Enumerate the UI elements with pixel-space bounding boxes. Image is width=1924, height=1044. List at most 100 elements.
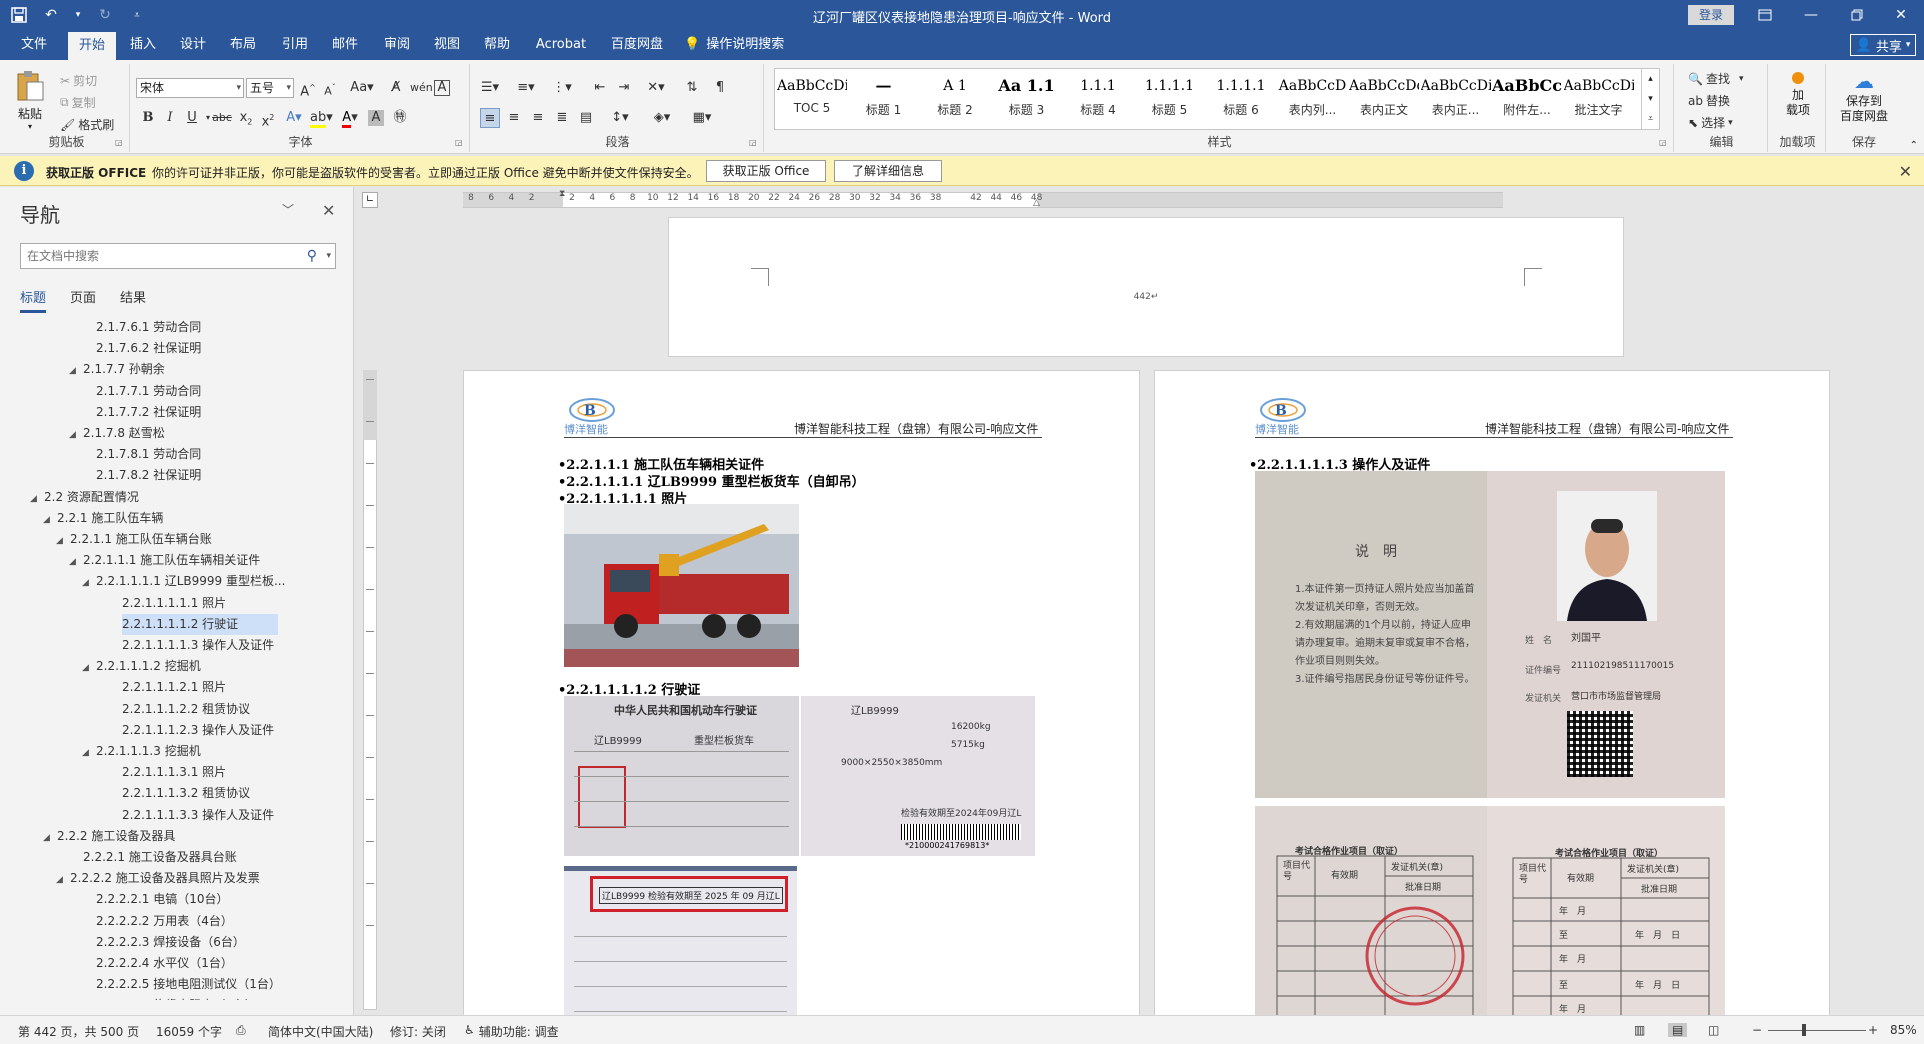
italic-icon[interactable]: I: [160, 108, 180, 128]
nav-tree-item[interactable]: 2.2.1.1.1.1.1 照片: [122, 593, 226, 614]
proofing-icon[interactable]: ⎙: [236, 1023, 246, 1038]
redo-icon[interactable]: ↻: [96, 6, 114, 24]
close-icon[interactable]: ✕: [1878, 0, 1924, 30]
nav-tree-item[interactable]: ◢ 2.2 资源配置情况: [30, 487, 139, 508]
paragraph-dialog-icon[interactable]: ◲: [749, 138, 759, 148]
style-item[interactable]: AaBbCc 附件左...: [1492, 71, 1562, 127]
nav-tree-item[interactable]: ◢ 2.2.1 施工队伍车辆: [43, 508, 163, 529]
nav-close-icon[interactable]: ✕: [322, 201, 335, 220]
nav-tree-item[interactable]: 2.2.2.2.5 接地电阻测试仪（1台）: [96, 974, 281, 995]
style-item[interactable]: Aa 1.1 标题 3: [992, 71, 1062, 127]
tab-acrobat[interactable]: Acrobat: [530, 30, 592, 60]
collapse-arrow-icon[interactable]: ◢: [30, 489, 44, 510]
nav-tree-item[interactable]: ◢ 2.2.1.1.1 施工队伍车辆相关证件: [69, 550, 260, 571]
nav-tree-item[interactable]: ◢ 2.2.2 施工设备及器具: [43, 826, 175, 847]
paste-button[interactable]: 粘贴 ▾: [14, 70, 46, 131]
multilevel-list-icon[interactable]: ⋮▾: [550, 78, 574, 98]
text-effects-icon[interactable]: A▾: [284, 108, 304, 128]
nav-tree-item[interactable]: 2.2.2.2.1 电镐（10台）: [96, 889, 229, 910]
print-layout-icon[interactable]: ▤: [1668, 1023, 1688, 1037]
login-button[interactable]: 登录: [1688, 5, 1734, 25]
style-item[interactable]: AaBbCcD 表内列...: [1278, 71, 1348, 127]
find-button[interactable]: 🔍 查找 ▾: [1688, 70, 1744, 87]
minimize-icon[interactable]: —: [1788, 0, 1834, 30]
nav-tree-item[interactable]: 2.1.7.6.2 社保证明: [96, 338, 201, 359]
styles-scroll[interactable]: ▴ ▾ ⩡: [1641, 69, 1659, 129]
styles-dialog-icon[interactable]: ◲: [1659, 138, 1669, 148]
collapse-arrow-icon[interactable]: ◢: [69, 552, 83, 573]
collapse-arrow-icon[interactable]: ◢: [82, 658, 96, 679]
nav-tree-item[interactable]: 2.2.1.1.1.3.2 租赁协议: [122, 783, 250, 804]
restore-icon[interactable]: [1834, 0, 1880, 30]
collapse-arrow-icon[interactable]: ◢: [69, 425, 83, 446]
style-item[interactable]: 1.1.1.1 标题 5: [1135, 71, 1205, 127]
nav-tree-item[interactable]: 2.2.1.1.1.2.1 照片: [122, 677, 226, 698]
cut-button[interactable]: ✂ 剪切: [60, 72, 97, 89]
status-page-count[interactable]: 第 442 页，共 500 页: [18, 1023, 139, 1040]
status-word-count[interactable]: 16059 个字: [156, 1023, 222, 1040]
phonetic-guide-icon[interactable]: wén: [410, 78, 433, 98]
nav-tree-item[interactable]: ◢ 2.2.1.1.1.1 辽LB9999 重型栏板...: [82, 571, 285, 592]
asian-layout-icon[interactable]: ✕▾: [642, 78, 670, 98]
search-dropdown-icon[interactable]: ▾: [326, 244, 331, 268]
nav-tree-item[interactable]: 2.1.7.6.1 劳动合同: [96, 317, 201, 338]
style-item[interactable]: A 1 标题 2: [920, 71, 990, 127]
nav-tree-item[interactable]: ◢ 2.2.2.2 施工设备及器具照片及发票: [56, 868, 260, 889]
tab-file[interactable]: 文件: [8, 30, 60, 60]
close-license-icon[interactable]: ✕: [1899, 162, 1912, 181]
zoom-slider-thumb[interactable]: [1802, 1024, 1806, 1036]
nav-tree-item[interactable]: 2.2.2.2.6 绝缘电阻表（1台）: [96, 995, 257, 1000]
search-icon[interactable]: ⚲: [307, 244, 317, 268]
nav-tree-item[interactable]: 2.1.7.8.2 社保证明: [96, 465, 201, 486]
font-color-icon[interactable]: A▾: [340, 108, 360, 128]
tab-mailings[interactable]: 邮件: [322, 30, 368, 60]
share-button[interactable]: 👤 共享 ▾: [1850, 34, 1916, 56]
nav-tree-item[interactable]: 2.1.7.7.1 劳动合同: [96, 381, 201, 402]
zoom-slider[interactable]: [1768, 1030, 1866, 1031]
shading-icon[interactable]: ◈▾: [648, 108, 676, 128]
zoom-out-icon[interactable]: −: [1752, 1023, 1762, 1037]
collapse-arrow-icon[interactable]: ◢: [82, 743, 96, 764]
bullets-icon[interactable]: ☰▾: [478, 78, 502, 98]
font-dialog-icon[interactable]: ◲: [455, 138, 465, 148]
align-center-icon[interactable]: ≡: [504, 108, 524, 128]
nav-tab-headings[interactable]: 标题: [20, 287, 47, 313]
char-border-icon[interactable]: A: [434, 80, 450, 96]
vertical-ruler[interactable]: [360, 187, 380, 1015]
horizontal-ruler[interactable]: 8 6 4 2 2 4 6 8 10 12 14 16 18 20 22 24 26 28 30 32 34 36 38 42…: [463, 189, 1503, 208]
get-office-button[interactable]: 获取正版 Office: [706, 160, 826, 182]
collapse-arrow-icon[interactable]: ◢: [56, 870, 70, 891]
nav-tree-item[interactable]: 2.1.7.7.2 社保证明: [96, 402, 201, 423]
nav-tree-item[interactable]: 2.2.1.1.1.1.3 操作人及证件: [122, 635, 274, 656]
read-mode-icon[interactable]: ▥: [1634, 1023, 1645, 1037]
change-case-icon[interactable]: Aa▾: [348, 78, 376, 98]
numbering-icon[interactable]: ≡▾: [514, 78, 538, 98]
collapse-arrow-icon[interactable]: ◢: [82, 573, 96, 594]
tab-references[interactable]: 引用: [272, 30, 318, 60]
subscript-icon[interactable]: x2: [236, 108, 256, 128]
shrink-font-icon[interactable]: Aˇ: [320, 78, 340, 98]
addins-button[interactable]: 加 载项: [1778, 72, 1818, 118]
strikethrough-icon[interactable]: abc: [212, 108, 232, 128]
grow-font-icon[interactable]: A^: [298, 78, 318, 99]
decrease-indent-icon[interactable]: ⇤: [590, 78, 610, 98]
borders-icon[interactable]: ▦▾: [688, 108, 716, 128]
nav-options-icon[interactable]: ﹀: [282, 201, 294, 218]
nav-scrollbar[interactable]: [347, 317, 352, 1000]
nav-tree-item[interactable]: ◢ 2.2.1.1.1.2 挖掘机: [82, 656, 201, 677]
save-baidu-button[interactable]: ☁ 保存到 百度网盘: [1832, 68, 1896, 124]
tab-design[interactable]: 设计: [170, 30, 216, 60]
ribbon-display-icon[interactable]: [1742, 0, 1788, 30]
collapse-arrow-icon[interactable]: ◢: [43, 510, 57, 531]
align-right-icon[interactable]: ≡: [528, 108, 548, 128]
style-item[interactable]: 1.1.1.1 标题 6: [1206, 71, 1276, 127]
align-left-icon[interactable]: ≡: [480, 108, 500, 128]
style-item[interactable]: 1.1.1 标题 4: [1063, 71, 1133, 127]
nav-search-input[interactable]: 在文档中搜索 ⚲ ▾: [20, 243, 336, 269]
nav-tree-item[interactable]: ◢ 2.1.7.8 赵雪松: [69, 423, 165, 444]
zoom-in-icon[interactable]: +: [1868, 1023, 1878, 1037]
nav-tree-item[interactable]: 2.2.1.1.1.2.3 操作人及证件: [122, 720, 274, 741]
nav-tree-item[interactable]: 2.2.1.1.1.3.1 照片: [122, 762, 226, 783]
status-track-changes[interactable]: 修订: 关闭: [390, 1023, 446, 1040]
tab-home[interactable]: 开始: [68, 32, 116, 60]
